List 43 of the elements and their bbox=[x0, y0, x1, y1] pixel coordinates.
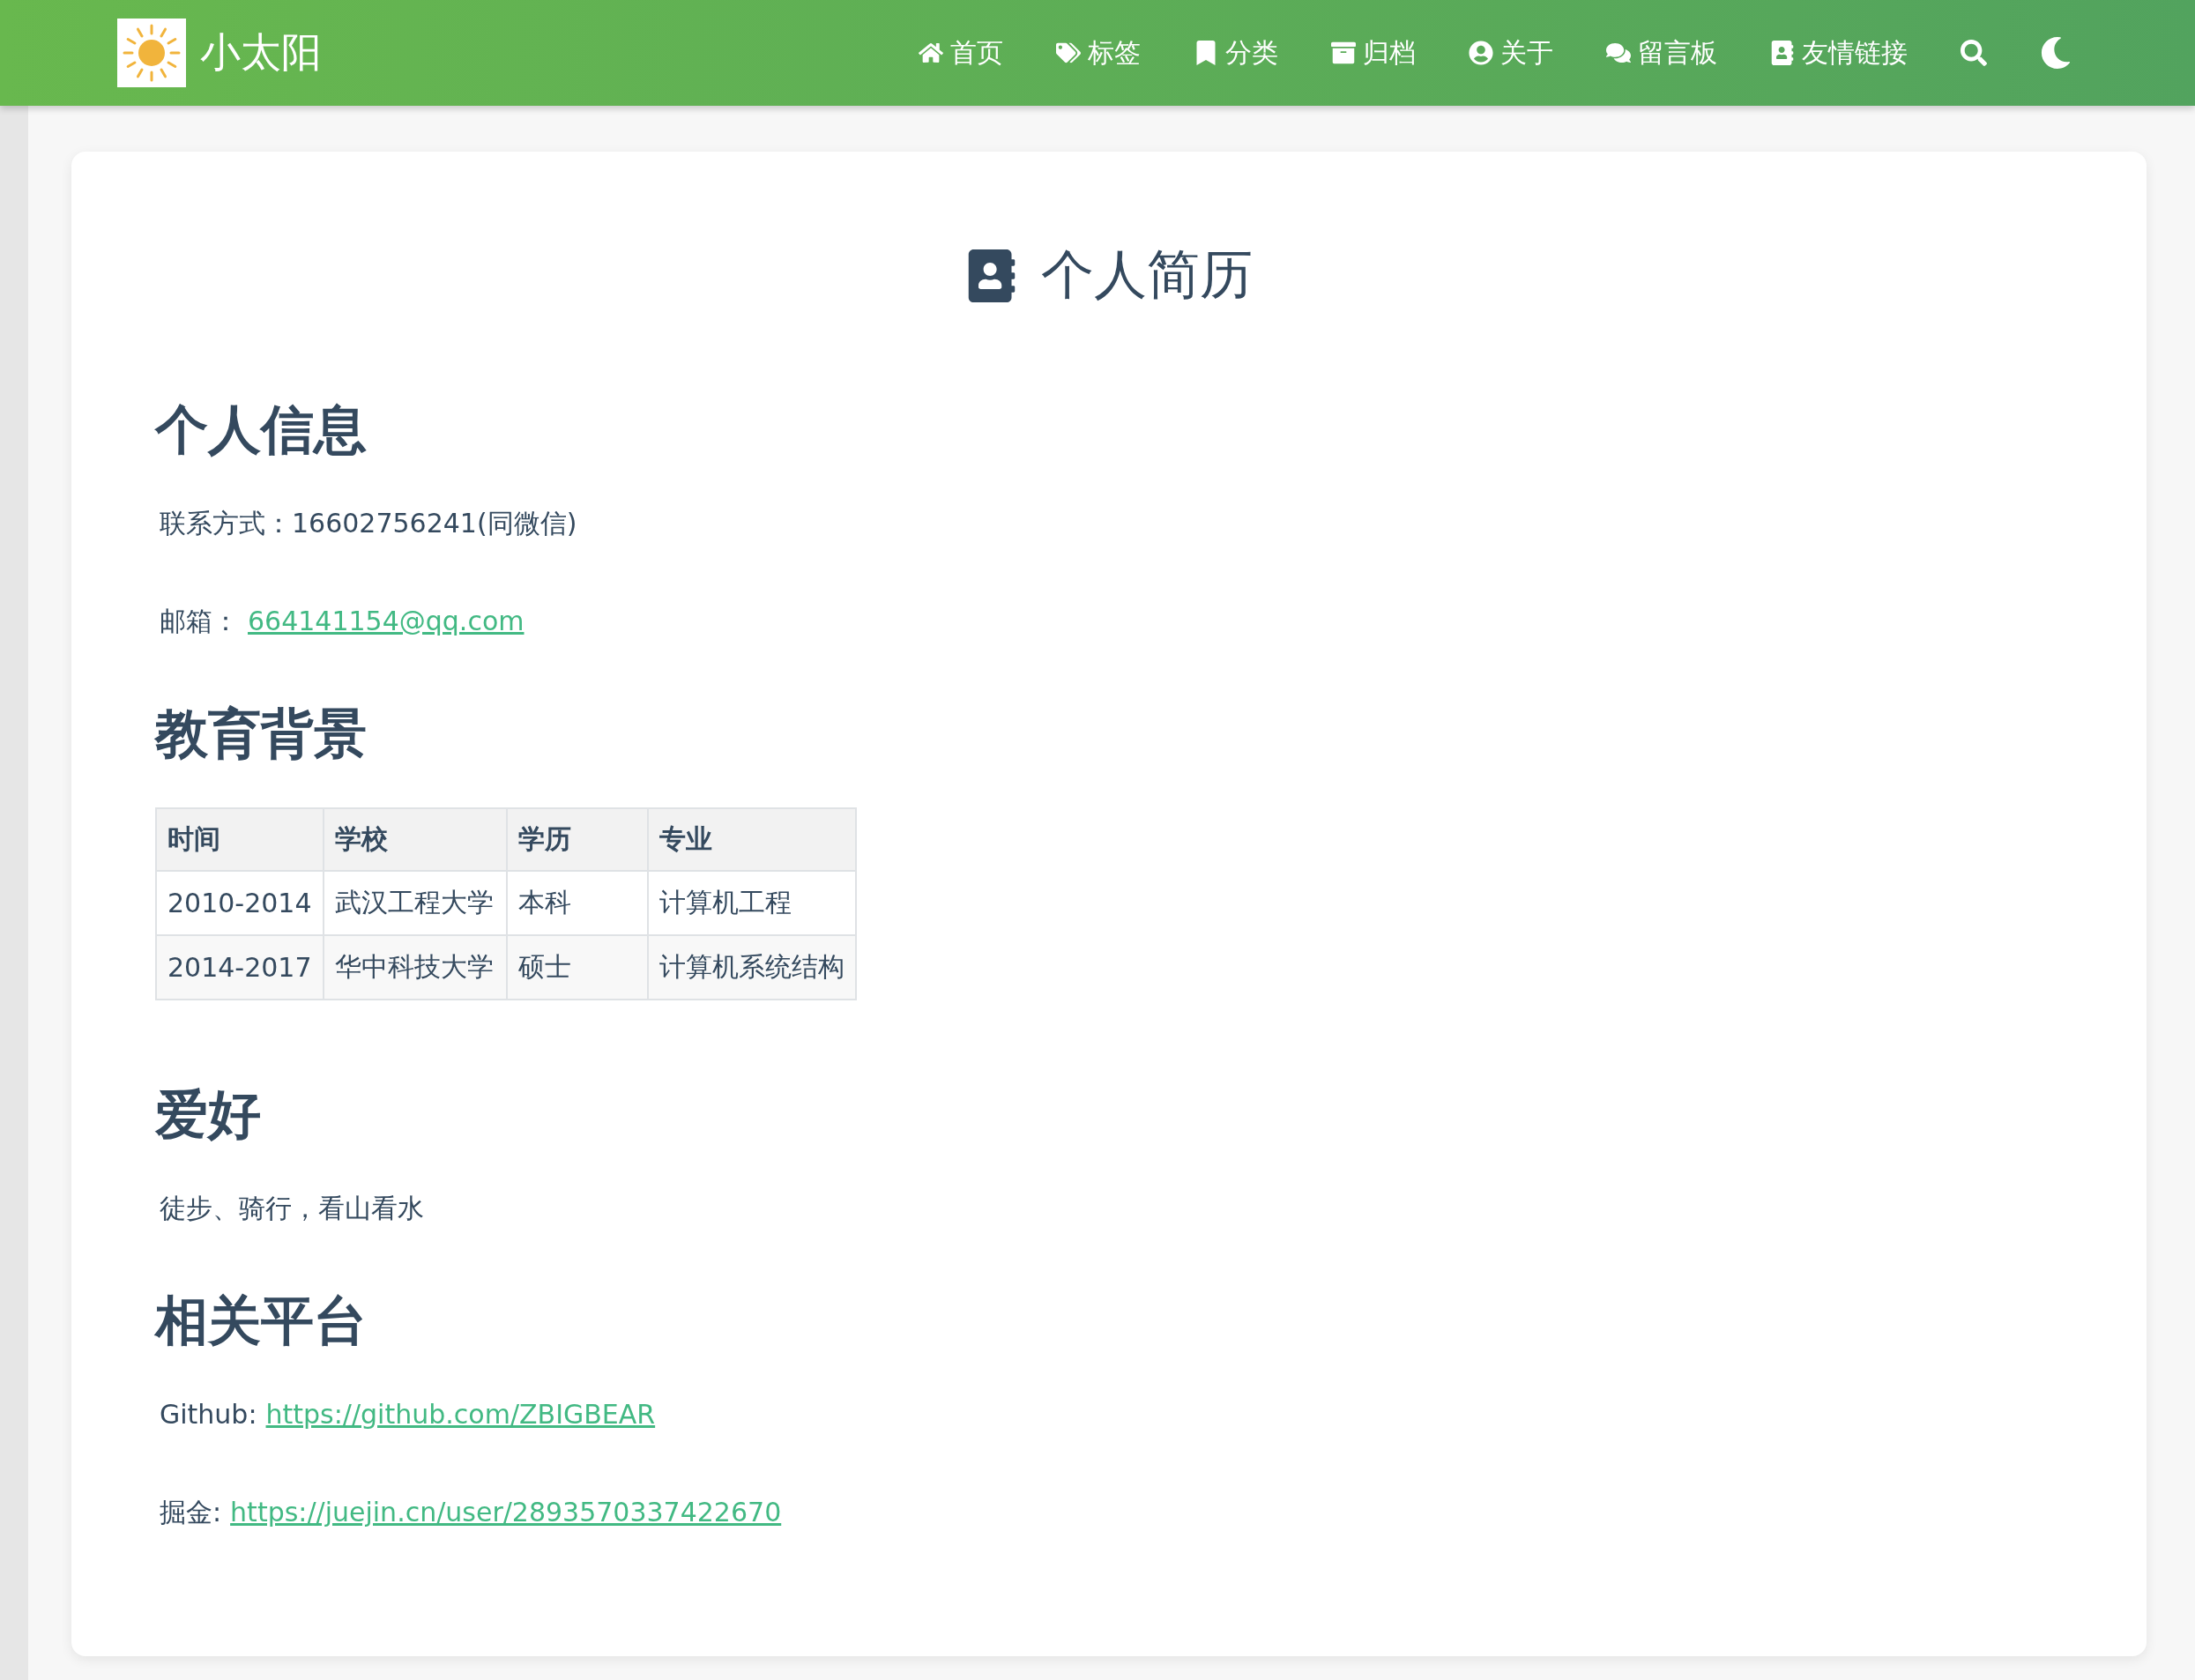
link[interactable]: https://juejin.cn/user/2893570337422670 bbox=[230, 1492, 782, 1532]
home-icon bbox=[919, 41, 943, 65]
table-cell: 计算机系统结构 bbox=[647, 935, 856, 1000]
info-text: 联系方式：16602756241(同微信) bbox=[160, 507, 577, 540]
logo[interactable] bbox=[117, 19, 186, 87]
table-cell: 2010-2014 bbox=[156, 871, 324, 935]
table-cell: 华中科技大学 bbox=[323, 935, 507, 1000]
chat-icon bbox=[1606, 41, 1631, 65]
section-heading: 相关平台 bbox=[155, 1289, 368, 1353]
table-cell: 本科 bbox=[506, 871, 648, 935]
nav-link[interactable]: 归档 bbox=[1331, 34, 1416, 71]
info-text: 徒步、骑行，看山看水 bbox=[160, 1192, 424, 1225]
link[interactable]: https://github.com/ZBIGBEAR bbox=[265, 1394, 656, 1434]
section-heading: 个人信息 bbox=[155, 398, 368, 462]
link[interactable]: 664141154@qq.com bbox=[248, 601, 525, 641]
info-text: 邮箱： bbox=[160, 605, 239, 638]
table-cell: 硕士 bbox=[506, 935, 648, 1000]
tags-icon bbox=[1056, 41, 1081, 65]
info-text: Github: bbox=[160, 1398, 257, 1431]
column-header: 学历 bbox=[506, 808, 648, 871]
info-text: 掘金: bbox=[160, 1496, 222, 1529]
nav-link[interactable]: 首页 bbox=[919, 34, 1003, 71]
column-header: 学校 bbox=[323, 808, 507, 871]
moon-icon[interactable] bbox=[2040, 37, 2072, 69]
nav-link[interactable]: 留言板 bbox=[1606, 34, 1717, 71]
nav-link[interactable]: 标签 bbox=[1056, 34, 1141, 71]
user-icon bbox=[1469, 41, 1493, 65]
table-cell: 武汉工程大学 bbox=[323, 871, 507, 935]
archive-icon bbox=[1331, 41, 1356, 65]
table-cell: 计算机工程 bbox=[647, 871, 856, 935]
nav-link[interactable]: 友情链接 bbox=[1770, 34, 1908, 71]
nav-link[interactable]: 分类 bbox=[1194, 34, 1278, 71]
section-heading: 爱好 bbox=[155, 1082, 262, 1147]
sun-icon bbox=[121, 22, 182, 84]
site-title[interactable]: 小太阳 bbox=[200, 26, 322, 80]
search-button[interactable] bbox=[1961, 40, 1987, 66]
table-cell: 2014-2017 bbox=[156, 935, 324, 1000]
page-title: 个人简历 bbox=[1041, 242, 1253, 307]
column-header: 时间 bbox=[156, 808, 324, 871]
nav-link[interactable]: 关于 bbox=[1469, 34, 1553, 71]
column-header: 专业 bbox=[647, 808, 856, 871]
section-heading: 教育背景 bbox=[155, 702, 368, 766]
address-book-icon bbox=[1770, 41, 1795, 65]
